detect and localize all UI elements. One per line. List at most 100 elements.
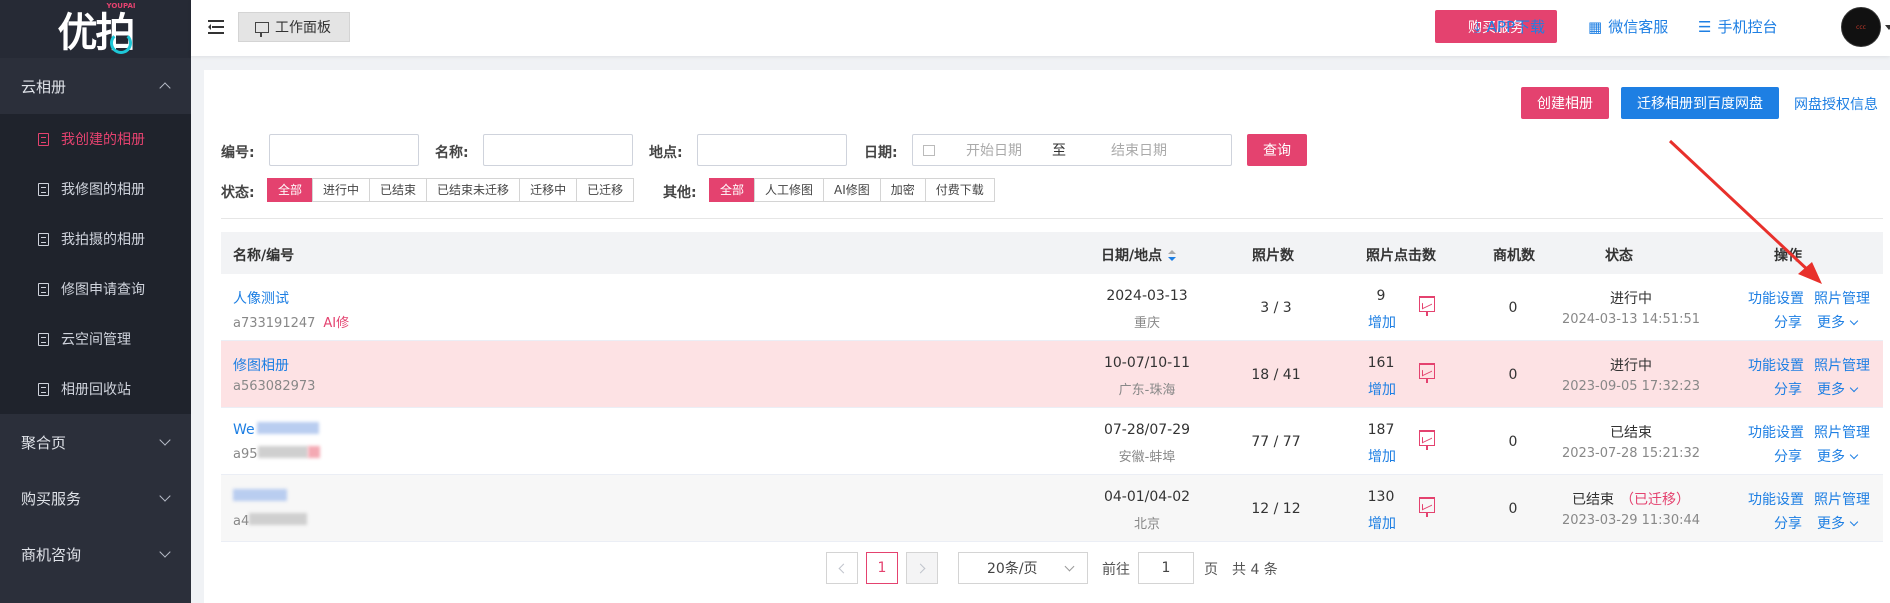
add-clicks-link[interactable]: 增加: [1368, 446, 1396, 466]
more-dropdown[interactable]: 更多: [1817, 312, 1859, 332]
share-link[interactable]: 分享: [1774, 446, 1802, 466]
lead-count: 0: [1508, 434, 1518, 450]
wechat-service-label: 微信客服: [1608, 18, 1669, 36]
feature-settings-link[interactable]: 功能设置: [1748, 422, 1804, 442]
sort-icon[interactable]: [1168, 250, 1177, 262]
menu-group-buy-service[interactable]: 购买服务: [0, 470, 191, 526]
add-clicks-link[interactable]: 增加: [1368, 513, 1396, 533]
album-name-link[interactable]: [233, 489, 287, 505]
feature-settings-link[interactable]: 功能设置: [1748, 355, 1804, 375]
status-time: 2024-03-13 14:51:51: [1561, 312, 1701, 327]
share-link[interactable]: 分享: [1774, 312, 1802, 332]
lead-count: 0: [1508, 367, 1518, 383]
col-ops-header: 操作: [1774, 248, 1802, 264]
prev-page-button[interactable]: [826, 552, 858, 584]
lead-count: 0: [1508, 300, 1518, 316]
album-name-input[interactable]: [483, 134, 633, 166]
other-option-ai-retouch[interactable]: AI修图: [823, 178, 881, 202]
total-count: 共 4 条: [1232, 562, 1278, 578]
sidebar-item-retouch-requests[interactable]: 修图申请查询: [0, 264, 191, 314]
chevron-right-icon: [915, 563, 926, 573]
menu-group-business-inquiry[interactable]: 商机咨询: [0, 526, 191, 582]
other-option-encrypted[interactable]: 加密: [879, 178, 926, 202]
sidebar-item-cloud-space[interactable]: 云空间管理: [0, 314, 191, 364]
album-date: 04-01/04-02: [1103, 489, 1191, 505]
mobile-console-link[interactable]: ☰ 手机控台: [1698, 16, 1777, 37]
photo-manage-link[interactable]: 照片管理: [1814, 422, 1870, 442]
stats-chart-icon[interactable]: [1419, 497, 1435, 517]
feature-settings-link[interactable]: 功能设置: [1748, 288, 1804, 308]
page-number-current[interactable]: 1: [866, 552, 898, 584]
goto-page-input[interactable]: 1: [1138, 552, 1194, 584]
album-place: 重庆: [1133, 316, 1160, 331]
sidebar-item-my-created-albums[interactable]: 我创建的相册: [0, 114, 191, 164]
add-clicks-link[interactable]: 增加: [1368, 312, 1396, 332]
more-dropdown[interactable]: 更多: [1817, 513, 1859, 533]
click-count: 161: [1367, 355, 1395, 371]
stats-chart-icon[interactable]: [1419, 430, 1435, 450]
status-option-migrating[interactable]: 迁移中: [519, 178, 578, 202]
album-place-input[interactable]: [697, 134, 847, 166]
album-name-link[interactable]: We: [233, 422, 319, 438]
migrated-badge: （已迁移）: [1620, 492, 1690, 508]
app-download-link[interactable]: ⤓ APP下载: [1474, 16, 1545, 37]
cloud-auth-link[interactable]: 网盘授权信息: [1794, 94, 1878, 114]
menu-toggle-icon[interactable]: [208, 20, 224, 34]
sidebar-item-recycle-bin[interactable]: 相册回收站: [0, 364, 191, 414]
other-option-all[interactable]: 全部: [709, 178, 756, 202]
app-download-label: APP下载: [1486, 18, 1545, 36]
album-name-link[interactable]: 修图相册: [233, 355, 289, 375]
more-dropdown[interactable]: 更多: [1817, 379, 1859, 399]
document-icon: [38, 132, 49, 146]
col-date-header[interactable]: 日期/地点: [1101, 245, 1177, 265]
redacted-code: [249, 513, 308, 525]
status-text: 进行中: [1610, 291, 1652, 307]
stats-chart-icon[interactable]: [1419, 296, 1435, 316]
album-number-input[interactable]: [269, 134, 419, 166]
menu-group-cloud-album[interactable]: 云相册: [0, 58, 191, 114]
add-clicks-link[interactable]: 增加: [1368, 379, 1396, 399]
feature-settings-link[interactable]: 功能设置: [1748, 489, 1804, 509]
next-page-button[interactable]: [906, 552, 938, 584]
album-code: a95: [233, 446, 320, 462]
album-date: 07-28/07-29: [1103, 422, 1191, 438]
menu-group-label: 聚合页: [21, 433, 67, 452]
redacted-name: [233, 489, 287, 501]
album-date: 10-07/10-11: [1103, 355, 1191, 371]
date-range-picker[interactable]: 开始日期 至 结束日期: [912, 134, 1232, 166]
filter-status-label: 状态:: [221, 185, 255, 201]
download-icon: ⤓: [1474, 17, 1481, 36]
status-option-ended[interactable]: 已结束: [369, 178, 428, 202]
col-clicks-header: 照片点击数: [1366, 248, 1436, 264]
filter-no-label: 编号:: [221, 145, 255, 161]
wechat-service-link[interactable]: ▦ 微信客服: [1588, 16, 1668, 37]
album-name-link[interactable]: 人像测试: [233, 288, 289, 308]
sidebar-item-my-shot-albums[interactable]: 我拍摄的相册: [0, 214, 191, 264]
create-album-button[interactable]: 创建相册: [1521, 87, 1609, 119]
caret-down-icon[interactable]: [1885, 25, 1890, 30]
share-link[interactable]: 分享: [1774, 513, 1802, 533]
page-size-select[interactable]: 20条/页: [958, 552, 1088, 584]
stats-chart-icon[interactable]: [1419, 363, 1435, 383]
share-link[interactable]: 分享: [1774, 379, 1802, 399]
end-date-input[interactable]: 结束日期: [1079, 140, 1199, 160]
photo-manage-link[interactable]: 照片管理: [1814, 288, 1870, 308]
migrate-to-baidu-button[interactable]: 迁移相册到百度网盘: [1621, 87, 1779, 119]
start-date-input[interactable]: 开始日期: [949, 140, 1039, 160]
other-option-paid-download[interactable]: 付费下载: [924, 178, 995, 202]
col-name-header: 名称/编号: [233, 248, 295, 264]
query-button[interactable]: 查询: [1247, 134, 1307, 166]
status-option-all[interactable]: 全部: [267, 178, 314, 202]
more-dropdown[interactable]: 更多: [1817, 446, 1859, 466]
avatar[interactable]: ccc: [1841, 7, 1881, 47]
photo-manage-link[interactable]: 照片管理: [1814, 489, 1870, 509]
status-option-migrated[interactable]: 已迁移: [576, 178, 635, 202]
menu-group-aggregate[interactable]: 聚合页: [0, 414, 191, 470]
workbench-tab[interactable]: 工作面板: [238, 12, 350, 42]
status-option-ended-not-migrated[interactable]: 已结束未迁移: [426, 178, 521, 202]
photo-manage-link[interactable]: 照片管理: [1814, 355, 1870, 375]
sidebar-item-my-retouched-albums[interactable]: 我修图的相册: [0, 164, 191, 214]
status-option-ongoing[interactable]: 进行中: [312, 178, 371, 202]
other-option-manual-retouch[interactable]: 人工修图: [754, 178, 825, 202]
logo[interactable]: 优拍 YOUPAI: [0, 0, 191, 58]
